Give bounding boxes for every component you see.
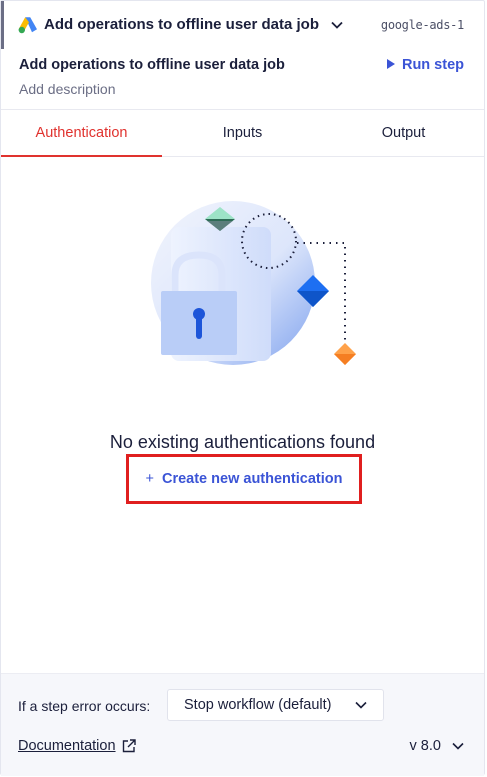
external-link-icon[interactable]	[122, 739, 136, 753]
plus-icon: +	[145, 471, 154, 487]
tab-inputs[interactable]: Inputs	[162, 110, 323, 156]
step-title[interactable]: Add operations to offline user data job	[19, 57, 285, 73]
tab-output[interactable]: Output	[323, 110, 484, 156]
tab-bar: Authentication Inputs Output	[1, 109, 484, 157]
google-ads-logo-icon	[18, 17, 37, 34]
run-step-label: Run step	[401, 57, 464, 73]
chevron-down-icon	[355, 701, 367, 709]
step-selector-label: Add operations to offline user data job	[44, 16, 320, 33]
chevron-down-icon	[331, 21, 343, 29]
error-handling-select[interactable]: Stop workflow (default)	[167, 689, 384, 721]
tab-authentication[interactable]: Authentication	[1, 110, 162, 157]
empty-state-title: No existing authentications found	[109, 432, 376, 452]
description-field[interactable]: Add description	[19, 81, 116, 97]
run-step-button[interactable]: Run step	[386, 57, 464, 73]
step-header: Add operations to offline user data job …	[1, 1, 484, 49]
step-config-panel: Add operations to offline user data job …	[0, 0, 485, 776]
version-select[interactable]: v 8.0	[410, 738, 464, 754]
step-id: google-ads-1	[380, 18, 464, 32]
create-authentication-label: Create new authentication	[161, 471, 343, 487]
chevron-down-icon	[452, 743, 464, 750]
create-authentication-button[interactable]: + Create new authentication	[126, 454, 362, 504]
play-icon	[386, 59, 395, 69]
lock-illustration-icon	[151, 201, 356, 365]
error-handling-value: Stop workflow (default)	[184, 697, 332, 713]
version-label: v 8.0	[409, 738, 441, 754]
step-selector[interactable]: Add operations to offline user data job	[44, 16, 343, 33]
documentation-link[interactable]: Documentation	[18, 738, 116, 754]
error-handling-label: If a step error occurs:	[18, 698, 151, 714]
step-footer: If a step error occurs: Stop workflow (d…	[1, 673, 484, 776]
